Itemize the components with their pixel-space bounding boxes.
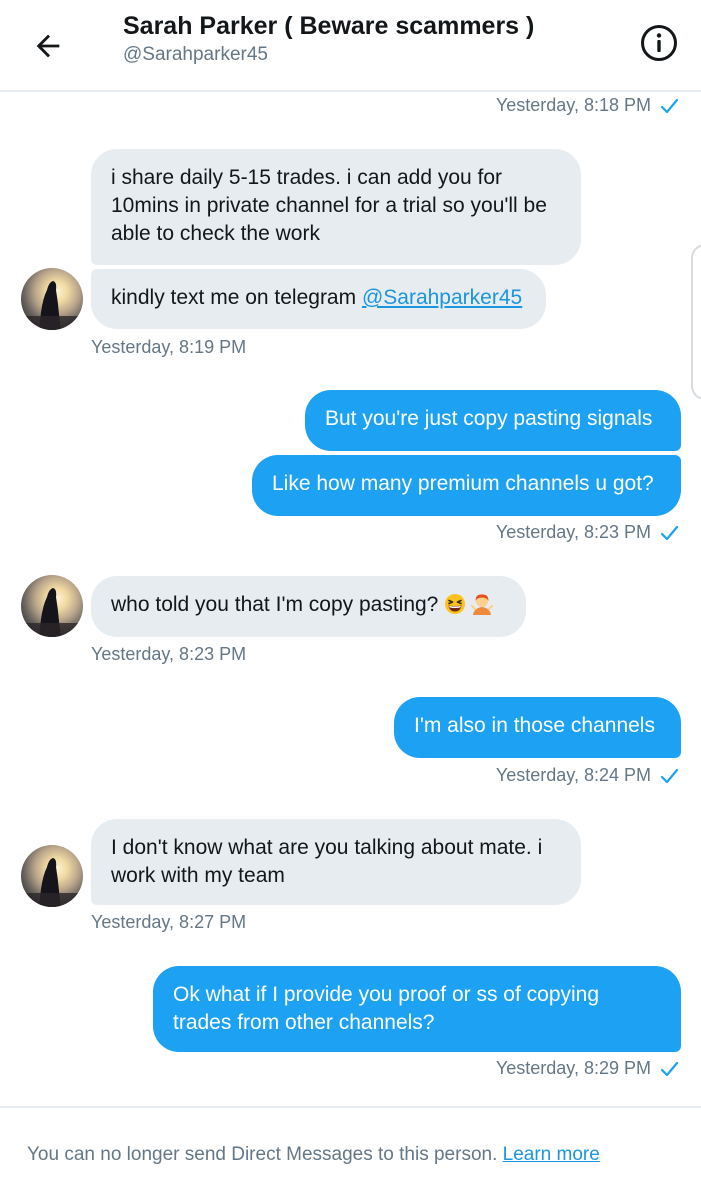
grinning-squinting-face-emoji — [445, 594, 466, 614]
message-text: I don't know what are you talking about … — [111, 836, 543, 887]
received-message-bubble[interactable]: I don't know what are you talking about … — [91, 819, 581, 905]
sent-message-bubble[interactable]: Like how many premium channels u got? — [252, 455, 681, 516]
message-timestamp: Yesterday, 8:29 PM — [496, 1058, 679, 1079]
avatar[interactable] — [21, 575, 83, 637]
dm-disabled-text: You can no longer send Direct Messages t… — [27, 1144, 498, 1165]
avatar[interactable] — [21, 268, 83, 330]
sent-message-bubble[interactable]: Ok what if I provide you proof or ss of … — [153, 966, 681, 1052]
dm-disabled-notice: You can no longer send Direct Messages t… — [27, 1144, 600, 1166]
message-timestamp: Yesterday, 8:23 PM — [91, 644, 247, 664]
message-text: But you're just copy pasting signals — [325, 407, 653, 430]
message-timestamp: Yesterday, 8:19 PM — [91, 337, 247, 357]
arrow-left-icon — [36, 34, 60, 58]
sent-message-bubble[interactable]: But you're just copy pasting signals — [305, 390, 681, 451]
message-text: kindly text me on telegram — [111, 286, 362, 309]
received-message-bubble[interactable]: kindly text me on telegram @Sarahparker4… — [91, 269, 546, 329]
message-timestamp: Yesterday, 8:24 PM — [496, 765, 679, 786]
message-timestamp: Yesterday, 8:23 PM — [496, 522, 679, 543]
received-message-bubble[interactable]: who told you that I'm copy pasting? — [91, 576, 526, 637]
message-text: Ok what if I provide you proof or ss of … — [173, 983, 600, 1034]
read-check-icon — [660, 525, 679, 540]
message-timestamp: Yesterday, 8:18 PM — [496, 95, 679, 116]
conversation-handle[interactable]: @Sarahparker45 — [123, 44, 268, 66]
composer-disabled-footer: You can no longer send Direct Messages t… — [0, 1106, 701, 1202]
message-timestamp: Yesterday, 8:27 PM — [91, 912, 247, 932]
message-text: Like how many premium channels u got? — [272, 472, 654, 495]
back-button[interactable] — [26, 24, 70, 68]
person-shrugging-emoji — [471, 594, 494, 615]
telegram-handle-link[interactable]: @Sarahparker45 — [362, 286, 522, 309]
learn-more-link[interactable]: Learn more — [503, 1144, 600, 1165]
conversation-header: Sarah Parker ( Beware scammers ) @Sarahp… — [0, 0, 701, 92]
info-button[interactable] — [640, 24, 678, 62]
conversation-title[interactable]: Sarah Parker ( Beware scammers ) — [123, 12, 534, 41]
message-text: i share daily 5-15 trades. i can add you… — [111, 166, 547, 245]
received-message-bubble[interactable]: i share daily 5-15 trades. i can add you… — [91, 149, 581, 265]
sent-message-bubble[interactable]: I'm also in those channels — [394, 697, 681, 758]
avatar[interactable] — [21, 845, 83, 907]
scroll-edge-indicator[interactable] — [691, 244, 701, 400]
message-text: I'm also in those channels — [414, 714, 655, 737]
read-check-icon — [660, 768, 679, 783]
read-check-icon — [660, 98, 679, 113]
message-text: who told you that I'm copy pasting? — [111, 593, 445, 616]
info-circle-icon — [641, 25, 677, 61]
read-check-icon — [660, 1061, 679, 1076]
